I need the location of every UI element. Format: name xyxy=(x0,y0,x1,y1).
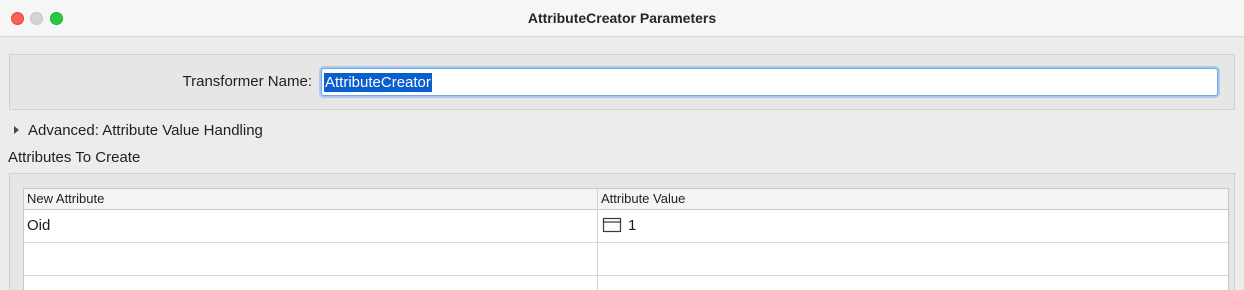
new-attribute-cell[interactable] xyxy=(27,243,593,275)
transformer-name-value: AttributeCreator xyxy=(324,73,432,92)
attributes-to-create-title: Attributes To Create xyxy=(8,149,141,166)
table-header: New Attribute Attribute Value xyxy=(24,189,1228,210)
title-bar: AttributeCreator Parameters xyxy=(0,0,1244,37)
column-header-attribute-value[interactable]: Attribute Value xyxy=(601,189,685,209)
attributes-table-group: New Attribute Attribute Value Oid 1 xyxy=(9,173,1235,290)
disclosure-triangle-icon xyxy=(14,126,19,134)
advanced-label: Advanced: Attribute Value Handling xyxy=(28,122,263,139)
text-value-icon[interactable] xyxy=(602,217,622,233)
transformer-name-label: Transformer Name: xyxy=(182,73,312,90)
attribute-value-text: 1 xyxy=(628,217,637,234)
attribute-value-cell[interactable] xyxy=(602,243,1222,275)
advanced-attribute-value-handling-toggle[interactable]: Advanced: Attribute Value Handling xyxy=(12,121,263,141)
transformer-name-input[interactable]: AttributeCreator xyxy=(321,68,1218,96)
transformer-name-group: Transformer Name: AttributeCreator xyxy=(9,54,1235,110)
table-row: Oid 1 xyxy=(24,210,1228,243)
column-header-new-attribute[interactable]: New Attribute xyxy=(27,189,104,209)
attribute-value-cell[interactable]: 1 xyxy=(602,210,1222,242)
attributes-table: New Attribute Attribute Value Oid 1 xyxy=(23,188,1229,290)
table-row xyxy=(24,243,1228,276)
window-title: AttributeCreator Parameters xyxy=(527,10,717,26)
new-attribute-cell[interactable]: Oid xyxy=(27,210,593,242)
dialog-window: AttributeCreator Parameters Transformer … xyxy=(0,0,1244,290)
